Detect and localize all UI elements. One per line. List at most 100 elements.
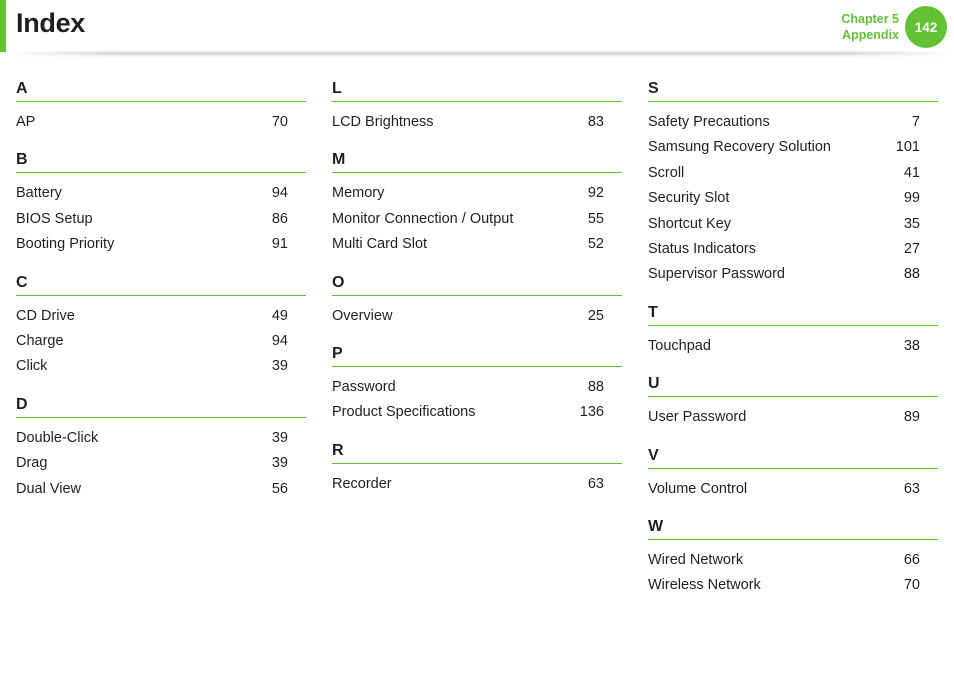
section-letter-heading: O (332, 272, 622, 296)
index-entry[interactable]: Touchpad 38 (648, 334, 920, 359)
index-section-r: R Recorder 63 (332, 440, 622, 497)
index-section-m: M Memory 92 Monitor Connection / Output 55 Mu… (332, 149, 622, 257)
section-letter-heading: T (648, 302, 938, 326)
entry-page-link[interactable]: 94 (248, 181, 288, 206)
entry-page-link[interactable]: 27 (880, 237, 920, 262)
entry-term: Safety Precautions (648, 114, 770, 130)
header-divider (6, 50, 954, 58)
index-entry[interactable]: Double-Click 39 (16, 426, 288, 451)
entry-term: CD Drive (16, 307, 75, 324)
entry-page-link[interactable]: 99 (880, 186, 920, 211)
index-entry[interactable]: Battery 94 (16, 181, 288, 206)
entry-page-link[interactable]: 39 (248, 426, 288, 451)
entry-term: Battery (16, 185, 62, 202)
entry-list: Battery 94 BIOS Setup 86 Booting Priority 91 (16, 173, 306, 257)
index-entry[interactable]: Supervisor Password 88 (648, 262, 920, 287)
entry-term: BIOS Setup (16, 210, 93, 227)
index-entry[interactable]: Scroll 41 (648, 161, 920, 186)
entry-page-link[interactable]: 41 (880, 161, 920, 186)
index-entry[interactable]: User Password 89 (648, 405, 920, 430)
index-entry[interactable]: Product Specifications 136 (332, 400, 604, 425)
entry-term: Memory (332, 185, 385, 202)
entry-page-link[interactable]: 7 (880, 110, 920, 135)
index-entry[interactable]: Volume Control 63 (648, 477, 920, 502)
index-entry[interactable]: Security Slot 99 (648, 186, 920, 211)
index-entry[interactable]: Multi Card Slot 52 (332, 232, 604, 257)
index-section-o: O Overview 25 (332, 272, 622, 329)
entry-list: Overview 25 (332, 296, 622, 329)
entry-page-link[interactable]: 39 (248, 354, 288, 379)
entry-page-link[interactable]: 25 (564, 304, 604, 329)
index-entry[interactable]: CD Drive 49 (16, 304, 288, 329)
entry-page-link[interactable]: 52 (564, 232, 604, 257)
entry-page-link[interactable]: 56 (248, 477, 288, 502)
entry-term: Recorder (332, 475, 392, 492)
index-entry[interactable]: Booting Priority 91 (16, 232, 288, 257)
index-entry[interactable]: Wired Network 66 (648, 548, 920, 573)
entry-page-link[interactable]: 91 (248, 232, 288, 257)
header-accent-bar (0, 0, 6, 52)
index-section-p: P Password 88 Product Specifications 136 (332, 343, 622, 426)
entry-page-link[interactable]: 55 (564, 207, 604, 232)
index-entry[interactable]: Safety Precautions 7 (648, 110, 920, 135)
entry-page-link[interactable]: 66 (880, 548, 920, 573)
chapter-section: Appendix (842, 28, 899, 42)
entry-list: LCD Brightness 83 (332, 102, 622, 135)
entry-page-link[interactable]: 35 (880, 212, 920, 237)
entry-page-link[interactable]: 88 (564, 375, 604, 400)
entry-term: Security Slot (648, 190, 730, 207)
entry-page-link[interactable]: 86 (248, 207, 288, 232)
entry-page-link[interactable]: 94 (248, 329, 288, 354)
index-entry[interactable]: Wireless Network 70 (648, 573, 920, 598)
entry-list: Double-Click 39 Drag 39 Dual View 56 (16, 418, 306, 502)
entry-list: User Password 89 (648, 397, 938, 430)
index-entry[interactable]: BIOS Setup 86 (16, 207, 288, 232)
entry-term: Booting Priority (16, 236, 115, 253)
index-column-2: L LCD Brightness 83 M Memory 92 Monitor Connec… (332, 78, 622, 511)
entry-term: Samsung Recovery Solution (648, 139, 831, 156)
section-letter-heading: B (16, 149, 306, 174)
index-entry[interactable]: Recorder 63 (332, 472, 604, 497)
entry-page-link[interactable]: 70 (248, 110, 288, 135)
index-entry[interactable]: Shortcut Key 35 (648, 212, 920, 237)
entry-page-link[interactable]: 70 (880, 573, 920, 598)
index-section-d: D Double-Click 39 Drag 39 Dual View 56 (16, 394, 306, 502)
index-entry[interactable]: Drag 39 (16, 451, 288, 476)
entry-page-link[interactable]: 38 (880, 334, 920, 359)
entry-page-link[interactable]: 92 (564, 181, 604, 206)
entry-list: Wired Network 66 Wireless Network 70 (648, 540, 938, 599)
entry-page-link[interactable]: 39 (248, 451, 288, 476)
index-entry[interactable]: LCD Brightness 83 (332, 110, 604, 135)
index-entry[interactable]: AP 70 (16, 110, 288, 135)
entry-page-link[interactable]: 49 (248, 304, 288, 329)
index-entry[interactable]: Dual View 56 (16, 477, 288, 502)
index-entry[interactable]: Memory 92 (332, 181, 604, 206)
entry-page-link[interactable]: 83 (564, 110, 604, 135)
entry-term: User Password (648, 409, 747, 426)
index-entry[interactable]: Overview 25 (332, 304, 604, 329)
section-letter-heading: A (16, 78, 306, 102)
index-section-v: V Volume Control 63 (648, 445, 938, 502)
index-entry[interactable]: Monitor Connection / Output 55 (332, 207, 604, 232)
index-entry[interactable]: Password 88 (332, 375, 604, 400)
entry-term: Product Specifications (332, 404, 476, 421)
entry-page-link[interactable]: 89 (880, 405, 920, 430)
entry-page-link[interactable]: 136 (564, 400, 604, 425)
entry-page-link[interactable]: 101 (880, 135, 920, 160)
entry-page-link[interactable]: 63 (564, 472, 604, 497)
index-section-l: L LCD Brightness 83 (332, 78, 622, 135)
entry-list: Password 88 Product Specifications 136 (332, 367, 622, 426)
entry-page-link[interactable]: 63 (880, 477, 920, 502)
index-entry[interactable]: Status Indicators 27 (648, 237, 920, 262)
entry-term: Double-Click (16, 429, 99, 446)
entry-term: Wireless Network (648, 577, 761, 594)
index-entry[interactable]: Samsung Recovery Solution 101 (648, 135, 920, 160)
entry-term: Charge (16, 332, 64, 349)
entry-list: Safety Precautions 7 Samsung Recovery Solu… (648, 102, 938, 288)
index-section-s: S Safety Precautions 7 Samsung Recovery Sol… (648, 78, 938, 288)
index-entry[interactable]: Click 39 (16, 354, 288, 379)
entry-list: Memory 92 Monitor Connection / Output 55 Mul… (332, 173, 622, 257)
entry-term: Wired Network (648, 551, 744, 568)
entry-page-link[interactable]: 88 (880, 262, 920, 287)
index-entry[interactable]: Charge 94 (16, 329, 288, 354)
